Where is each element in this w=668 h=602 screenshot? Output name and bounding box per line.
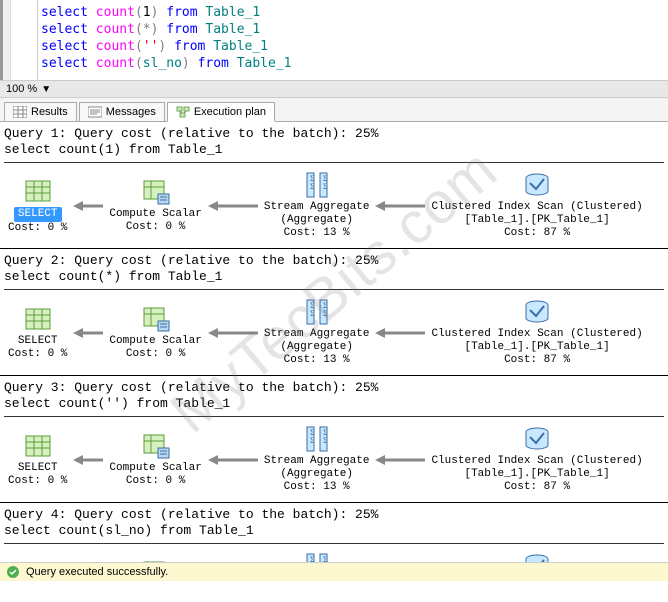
tab-exec-plan-label: Execution plan xyxy=(194,106,266,118)
execution-plan-panel[interactable]: Query 1: Query cost (relative to the bat… xyxy=(0,122,668,562)
arrow-icon xyxy=(375,327,425,339)
arrow-icon xyxy=(208,454,258,466)
status-bar: Query executed successfully. xyxy=(0,562,668,581)
sql-line[interactable]: select count(sl_no) from Table_1 xyxy=(41,55,660,72)
op-clustered-index-scan[interactable]: Clustered Index Scan (Clustered)[Table_1… xyxy=(431,552,642,562)
op-stream-aggregate[interactable]: Stream Aggregate(Aggregate)Cost: 13 % xyxy=(264,552,370,562)
query-header: Query 4: Query cost (relative to the bat… xyxy=(4,505,664,541)
arrow-icon xyxy=(208,200,258,212)
query-header: Query 2: Query cost (relative to the bat… xyxy=(4,251,664,287)
op-compute-scalar[interactable]: Compute ScalarCost: 0 % xyxy=(109,559,201,563)
query-header: Query 1: Query cost (relative to the bat… xyxy=(4,124,664,160)
op-compute-scalar[interactable]: Compute ScalarCost: 0 % xyxy=(109,432,201,488)
zoom-value[interactable]: 100 % xyxy=(6,83,37,95)
sql-line[interactable]: select count('') from Table_1 xyxy=(41,38,660,55)
op-stream-aggregate[interactable]: Stream Aggregate(Aggregate)Cost: 13 % xyxy=(264,298,370,367)
tab-messages[interactable]: Messages xyxy=(79,102,165,121)
op-clustered-index-scan[interactable]: Clustered Index Scan (Clustered)[Table_1… xyxy=(431,425,642,494)
sql-editor[interactable]: select count(1) from Table_1select count… xyxy=(0,0,668,80)
tab-results-label: Results xyxy=(31,106,68,118)
query-block: Query 1: Query cost (relative to the bat… xyxy=(0,122,668,249)
plan-row: SELECTCost: 0 % Compute ScalarCost: 0 % … xyxy=(4,290,664,371)
tab-messages-label: Messages xyxy=(106,106,156,118)
arrow-icon xyxy=(375,200,425,212)
plan-icon xyxy=(176,106,190,118)
op-compute-scalar[interactable]: Compute ScalarCost: 0 % xyxy=(109,178,201,234)
sql-line[interactable]: select count(*) from Table_1 xyxy=(41,21,660,38)
arrow-icon xyxy=(73,454,103,466)
op-stream-aggregate[interactable]: Stream Aggregate(Aggregate)Cost: 13 % xyxy=(264,171,370,240)
tab-execution-plan[interactable]: Execution plan xyxy=(167,102,275,122)
op-select[interactable]: SELECTCost: 0 % xyxy=(8,432,67,488)
arrow-icon xyxy=(208,327,258,339)
tabs-bar: Results Messages Execution plan xyxy=(0,98,668,122)
status-text: Query executed successfully. xyxy=(26,566,168,578)
query-block: Query 4: Query cost (relative to the bat… xyxy=(0,503,668,562)
op-compute-scalar[interactable]: Compute ScalarCost: 0 % xyxy=(109,305,201,361)
query-header: Query 3: Query cost (relative to the bat… xyxy=(4,378,664,414)
op-select[interactable]: SELECTCost: 0 % xyxy=(8,177,67,235)
sql-line[interactable]: select count(1) from Table_1 xyxy=(41,4,660,21)
op-select[interactable]: SELECTCost: 0 % xyxy=(8,559,67,563)
chevron-down-icon[interactable]: ▼ xyxy=(41,84,51,95)
arrow-icon xyxy=(73,327,103,339)
arrow-icon xyxy=(73,200,103,212)
plan-row: SELECTCost: 0 % Compute ScalarCost: 0 % … xyxy=(4,417,664,498)
zoom-bar: 100 % ▼ xyxy=(0,80,668,98)
op-clustered-index-scan[interactable]: Clustered Index Scan (Clustered)[Table_1… xyxy=(431,171,642,240)
message-icon xyxy=(88,106,102,118)
query-block: Query 2: Query cost (relative to the bat… xyxy=(0,249,668,376)
success-icon xyxy=(6,565,20,579)
op-select[interactable]: SELECTCost: 0 % xyxy=(8,305,67,361)
editor-gutter xyxy=(3,0,38,80)
grid-icon xyxy=(13,106,27,118)
op-clustered-index-scan[interactable]: Clustered Index Scan (Clustered)[Table_1… xyxy=(431,298,642,367)
op-stream-aggregate[interactable]: Stream Aggregate(Aggregate)Cost: 13 % xyxy=(264,425,370,494)
arrow-icon xyxy=(375,454,425,466)
plan-row: SELECTCost: 0 % Compute ScalarCost: 0 % … xyxy=(4,163,664,244)
query-block: Query 3: Query cost (relative to the bat… xyxy=(0,376,668,503)
plan-row: SELECTCost: 0 % Compute ScalarCost: 0 % … xyxy=(4,544,664,562)
tab-results[interactable]: Results xyxy=(4,102,77,121)
